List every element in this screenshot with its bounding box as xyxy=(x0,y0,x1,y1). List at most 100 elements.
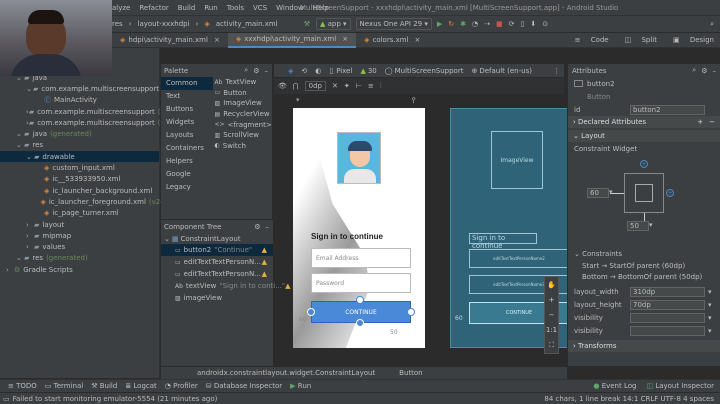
tree-row[interactable]: ⌄ ▰ com.example.multiscreensupport xyxy=(0,83,159,94)
gear-icon[interactable]: ⚙ xyxy=(253,67,259,75)
tree-row[interactable]: ◈ ic_launcher_foreground.xml (v24) xyxy=(0,196,167,207)
tool-terminal-button[interactable]: ▭ Terminal xyxy=(45,382,83,390)
constraint-bottom[interactable]: Bottom → BottomOf parent (50dp) xyxy=(568,271,720,282)
attribute-field[interactable]: 310dp xyxy=(630,286,705,297)
palette-category[interactable]: Layouts xyxy=(161,129,213,142)
palette-category[interactable]: Buttons xyxy=(161,103,213,116)
guidelines-icon[interactable]: ⊢ xyxy=(356,82,362,90)
component-node[interactable]: Ab textView "Sign in to conti..." ▲ xyxy=(161,280,290,292)
search-icon[interactable]: ⌕ xyxy=(692,66,696,75)
menu-item[interactable]: Build xyxy=(178,4,196,12)
gear-icon[interactable]: ⚙ xyxy=(254,223,260,231)
palette-item[interactable]: ▨ ImageView xyxy=(213,98,272,109)
clear-constraints-icon[interactable]: ✕ xyxy=(332,82,338,90)
tool-todo-button[interactable]: ≡ TODO xyxy=(8,382,37,390)
attribute-field[interactable] xyxy=(630,312,705,323)
eye-icon[interactable]: 👁 xyxy=(278,82,287,90)
tree-row[interactable]: ◈ ic_launcher_background.xml xyxy=(0,185,159,196)
tree-row[interactable]: ◈ custom_input.xml xyxy=(0,162,159,173)
attribute-field[interactable]: 70dp xyxy=(630,299,705,310)
orientation-icon[interactable]: ⟲ xyxy=(301,67,307,75)
infer-icon[interactable]: ✦ xyxy=(344,82,350,90)
device-icon[interactable]: ▯ xyxy=(329,67,333,75)
stop-icon[interactable]: ■ xyxy=(496,20,503,28)
locale-select[interactable]: Default (en-us) xyxy=(479,67,532,75)
warning-icon[interactable]: ▲ xyxy=(262,246,267,254)
design-surface-icon[interactable]: ◈ xyxy=(288,67,293,75)
margin-bottom-field[interactable]: 50 xyxy=(627,221,649,231)
tool-database-inspector-button[interactable]: ⛁ Database Inspector xyxy=(206,382,282,390)
constraint-start[interactable]: Start → StartOf parent (60dp) xyxy=(568,260,720,271)
zoom-actual-icon[interactable]: 1:1 xyxy=(546,326,557,334)
tree-row[interactable]: › ▰com.example.multiscreensupport(androi… xyxy=(0,106,204,117)
margin-start-field[interactable]: 60 xyxy=(587,188,609,198)
inspector-icon[interactable]: ⊙ xyxy=(542,20,548,28)
tool-logcat-button[interactable]: ≣ Logcat xyxy=(125,382,156,390)
top-anchor-handle[interactable] xyxy=(356,296,364,304)
palette-item[interactable]: ◐ Switch xyxy=(213,141,272,152)
menu-item[interactable]: Run xyxy=(204,4,217,12)
close-icon[interactable]: × xyxy=(342,35,348,43)
component-node[interactable]: ▭ editTextTextPersonN... ▲ xyxy=(161,256,273,268)
menu-item[interactable]: Refactor xyxy=(139,4,168,12)
menu-item[interactable]: Tools xyxy=(227,4,244,12)
align-icon[interactable]: ≡ xyxy=(368,82,374,90)
menu-item[interactable]: VCS xyxy=(253,4,267,12)
margin-select[interactable]: 0dp xyxy=(304,81,326,91)
breadcrumb-layout[interactable]: layout-xxxhdpi xyxy=(138,20,190,28)
search-icon[interactable]: ⌕ xyxy=(244,66,248,75)
start-anchor-handle[interactable] xyxy=(307,308,315,316)
design-preview[interactable]: Sign in to continue Email Address Passwo… xyxy=(293,108,425,348)
breadcrumb-file[interactable]: activity_main.xml xyxy=(216,20,278,28)
breadcrumb-parent[interactable]: androidx.constraintlayout.widget.Constra… xyxy=(197,369,375,377)
view-design-button[interactable]: ▣ Design xyxy=(665,36,714,44)
tool-profiler-button[interactable]: ◔ Profiler xyxy=(165,382,198,390)
add-end-constraint-icon[interactable]: + xyxy=(666,189,674,197)
palette-item[interactable]: Ab TextView xyxy=(213,77,272,88)
avd-icon[interactable]: ▯ xyxy=(520,20,524,28)
palette-item[interactable]: ▤ RecyclerView xyxy=(213,109,272,120)
layout-inspector-button[interactable]: ◫ Layout Inspector xyxy=(646,382,714,390)
tree-row[interactable]: ⌄ ▰ drawable xyxy=(0,151,159,163)
bottom-anchor-handle[interactable] xyxy=(356,319,364,327)
search-icon[interactable]: ⌕ xyxy=(710,20,714,29)
zoom-out-icon[interactable]: − xyxy=(549,311,555,319)
tree-row[interactable]: ◈ ic_page_turner.xml xyxy=(0,208,159,219)
api-select[interactable]: 30 xyxy=(368,67,377,75)
tree-row[interactable]: Ⓒ MainActivity xyxy=(0,95,159,106)
night-mode-icon[interactable]: ◐ xyxy=(315,67,321,75)
menu-item[interactable]: alyze xyxy=(112,4,130,12)
tree-row[interactable]: ⌄ ▰ res xyxy=(0,140,159,151)
palette-item[interactable]: ▭ Button xyxy=(213,88,272,99)
chevron-down-icon[interactable]: ▾ xyxy=(649,221,653,229)
id-field[interactable]: button2 xyxy=(630,104,705,115)
palette-item[interactable]: ▥ ScrollView xyxy=(213,130,272,141)
magnet-icon[interactable]: ⋂ xyxy=(293,82,299,90)
chevron-down-icon[interactable]: ▾ xyxy=(708,301,712,309)
component-node[interactable]: ▭ editTextTextPersonN... ▲ xyxy=(161,268,273,280)
tree-row[interactable]: › ▰ values xyxy=(0,241,159,252)
chevron-down-icon[interactable]: ▾ xyxy=(708,327,712,335)
tool-run-button[interactable]: ▶ Run xyxy=(290,382,311,390)
more-icon[interactable]: ⋮ xyxy=(553,67,560,75)
sync-icon[interactable]: ⟳ xyxy=(509,20,515,28)
component-node[interactable]: ▭ button2 "Continue" ▲ xyxy=(161,244,273,257)
transforms-section[interactable]: › Transforms xyxy=(568,340,720,352)
palette-category[interactable]: Google xyxy=(161,168,213,181)
run-icon[interactable]: ▶ xyxy=(437,20,442,28)
event-log-button[interactable]: ● Event Log xyxy=(593,382,636,390)
tree-row[interactable]: ⌄ ▰ res (generated) xyxy=(0,253,159,264)
gear-icon[interactable]: ⚙ xyxy=(701,67,707,75)
tree-row[interactable]: ◈ ic__533933950.xml xyxy=(0,174,159,185)
theme-select[interactable]: MultiScreenSupport xyxy=(395,67,464,75)
end-anchor-handle[interactable] xyxy=(407,308,415,316)
component-node[interactable]: ▨ imageView xyxy=(161,292,273,304)
pan-icon[interactable]: ✋ xyxy=(547,281,556,289)
profile-icon[interactable]: ◔ xyxy=(472,20,478,28)
pack-icon[interactable]: ⫶ xyxy=(380,82,382,91)
palette-category[interactable]: Helpers xyxy=(161,155,213,168)
avatar[interactable] xyxy=(337,132,381,184)
minimize-icon[interactable]: – xyxy=(713,67,717,75)
password-field[interactable]: Password xyxy=(311,273,411,293)
palette-category[interactable]: Widgets xyxy=(161,116,213,129)
